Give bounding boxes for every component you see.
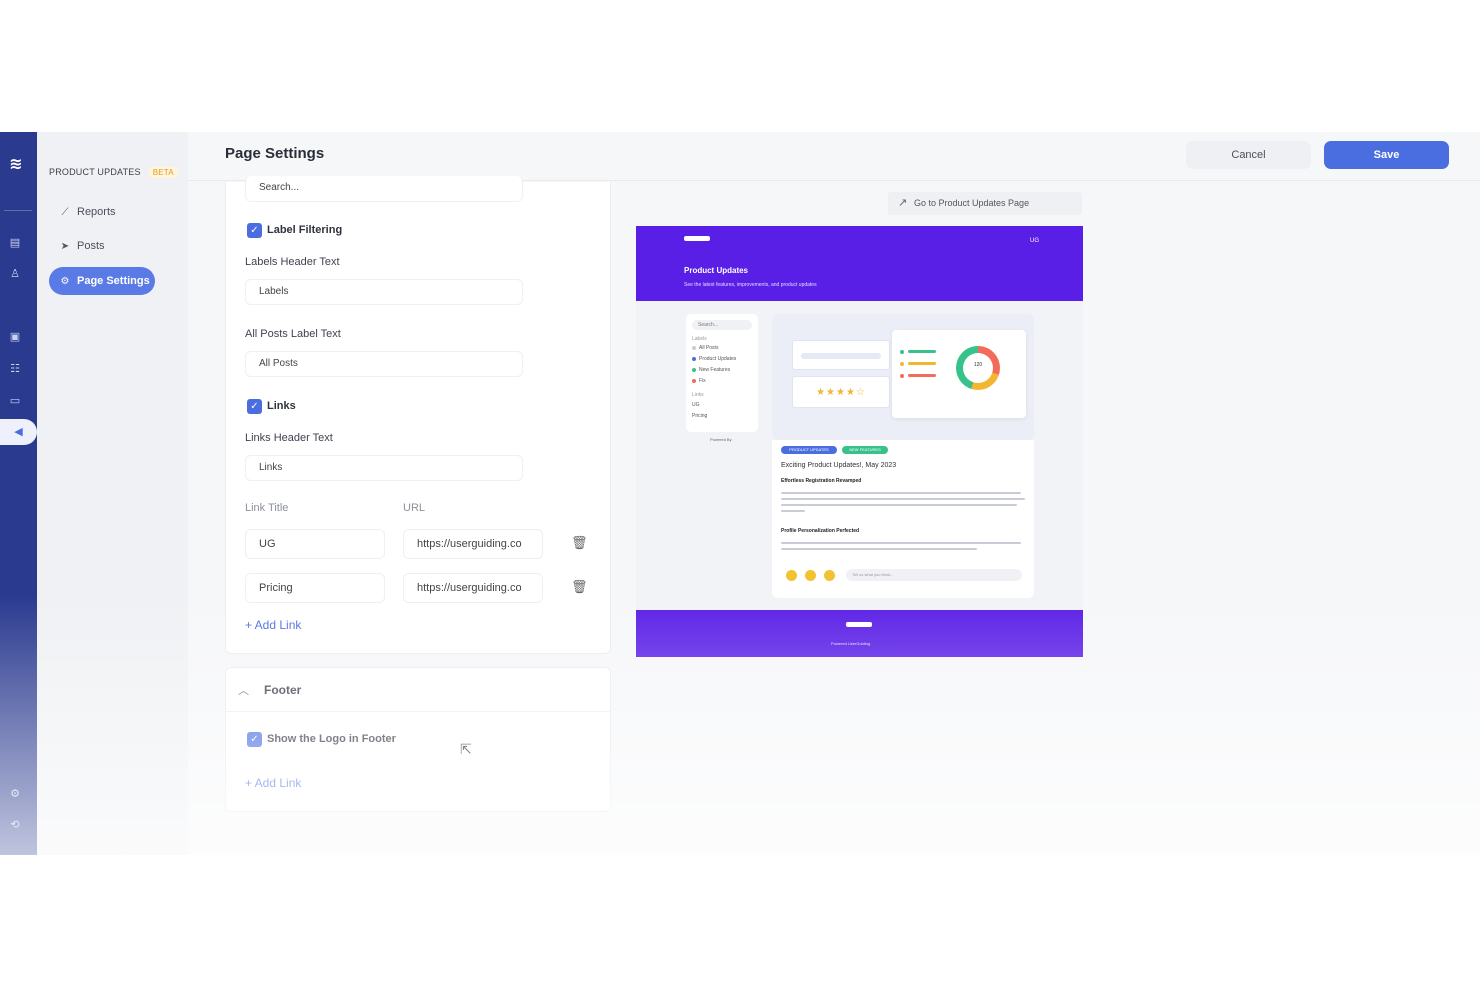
trash-icon[interactable]: 🗑 <box>571 579 588 595</box>
footer-panel: ︿ Footer ✓ Show the Logo in Footer + Add… <box>225 667 611 812</box>
preview-subtitle: See the latest features, improvements, a… <box>684 282 817 288</box>
trash-icon[interactable]: 🗑 <box>571 535 588 551</box>
footer-section-header[interactable]: ︿ Footer <box>226 668 610 712</box>
link-title-input-2[interactable]: Pricing <box>245 573 385 603</box>
guides-icon[interactable]: ▣ <box>8 330 22 344</box>
sidebar-title: PRODUCT UPDATES BETA <box>49 167 178 178</box>
preview-post: PRODUCT UPDATES NEW FEATURES Exciting Pr… <box>772 440 1034 598</box>
external-link-icon: ↗ <box>898 197 908 209</box>
sidebar-item-page-settings[interactable]: ⚙ Page Settings <box>49 267 155 295</box>
all-posts-input[interactable]: All Posts <box>245 351 523 377</box>
link-title-input-1[interactable]: UG <box>245 529 385 559</box>
preview-rating-card: ★★★★☆ <box>792 376 890 408</box>
preview-sidebar: Search... Labels All Posts Product Updat… <box>686 314 758 432</box>
preview-tag: PRODUCT UPDATES <box>781 446 837 454</box>
preview-donut-chart: 120 <box>956 346 1000 390</box>
preview-header: UG Product Updates See the latest featur… <box>636 226 1083 301</box>
send-icon: ➤ <box>60 241 70 252</box>
preview-title: Product Updates <box>684 266 749 275</box>
search-input[interactable]: Search... <box>245 176 523 202</box>
preview-list-item: Product Updates <box>692 356 736 362</box>
icon-rail: ≋ ▤ ♙ ▣ ☷ ▭ ◀ ⚙ ⟲ <box>0 132 37 855</box>
dashboard-icon[interactable]: ▤ <box>8 236 22 250</box>
app-window: ≋ ▤ ♙ ▣ ☷ ▭ ◀ ⚙ ⟲ PRODUCT UPDATES BETA ⟋ R… <box>0 132 1480 855</box>
preview-nav-ug: UG <box>1030 238 1039 244</box>
preview-tag: NEW FEATURES <box>842 446 888 454</box>
sidebar-item-label: Posts <box>77 240 105 252</box>
footer-title: Footer <box>264 683 302 697</box>
sidebar-title-text: PRODUCT UPDATES <box>49 167 141 177</box>
go-to-label: Go to Product Updates Page <box>914 198 1030 208</box>
beta-badge: BETA <box>148 167 178 178</box>
surveys-icon[interactable]: ▭ <box>8 394 22 408</box>
emoji-reaction-icon <box>824 570 835 581</box>
preview-logo <box>684 236 710 241</box>
emoji-reaction-icon <box>786 570 797 581</box>
links-header-input[interactable]: Links <box>245 455 523 481</box>
preview-list-item: All Posts <box>692 345 718 351</box>
url-column-header: URL <box>403 502 426 514</box>
chart-icon: ⟋ <box>61 207 69 218</box>
preview-list-item: Links <box>692 392 704 398</box>
preview-footer-powered: Powered UserGuiding <box>831 641 871 646</box>
preview-section-heading: Effortless Registration Revamped <box>781 478 862 484</box>
links-checkbox[interactable]: ✓ <box>247 399 262 414</box>
megaphone-icon[interactable]: ◀ <box>0 419 37 445</box>
preview-footer: Powered UserGuiding <box>636 610 1083 657</box>
preview-reply-input: Tell us what you think... <box>846 569 1022 581</box>
preview-section-heading: Profile Personalization Perfected <box>781 528 860 534</box>
preview-list-item: Fix <box>692 378 706 384</box>
preview-list-item: Labels <box>692 336 707 342</box>
links-header-label: Links Header Text <box>245 432 333 444</box>
mouse-cursor-icon: ⇱ <box>460 741 472 757</box>
link-url-input-2[interactable]: https://userguiding.co <box>403 573 543 603</box>
sidebar-item-label: Reports <box>77 206 116 218</box>
links-label: Links <box>267 400 296 412</box>
add-link-button[interactable]: + Add Link <box>245 618 301 632</box>
show-logo-label: Show the Logo in Footer <box>267 733 396 745</box>
label-filtering-checkbox[interactable]: ✓ <box>247 223 262 238</box>
settings-panel: Search... ✓ Label Filtering Labels Heade… <box>225 176 611 654</box>
link-url-input-1[interactable]: https://userguiding.co <box>403 529 543 559</box>
preview-list-item: Pricing <box>692 413 708 419</box>
preview-list-item: New Features <box>692 367 730 373</box>
sidebar-item-posts[interactable]: ➤ Posts <box>49 232 155 260</box>
gear-icon: ⚙ <box>60 276 70 287</box>
preview-post-title: Exciting Product Updates!, May 2023 <box>781 462 897 469</box>
logout-icon[interactable]: ⟲ <box>8 818 22 832</box>
preview-list-item: UG <box>692 402 700 408</box>
preview-hero-image: ★★★★☆ 120 <box>772 314 1034 440</box>
settings-icon[interactable]: ⚙ <box>8 787 22 801</box>
sidebar: PRODUCT UPDATES BETA ⟋ Reports ➤ Posts ⚙ Pag… <box>37 132 188 855</box>
go-to-product-updates-button[interactable]: ↗ Go to Product Updates Page <box>888 192 1082 215</box>
labels-header-label: Labels Header Text <box>245 256 340 268</box>
preview-powered-by: Powered By <box>710 437 732 442</box>
chevron-up-icon: ︿ <box>238 685 249 697</box>
emoji-reaction-icon <box>805 570 816 581</box>
all-posts-label: All Posts Label Text <box>245 328 341 340</box>
rail-divider <box>4 210 32 211</box>
save-button[interactable]: Save <box>1324 141 1449 169</box>
preview-footer-logo <box>846 622 872 627</box>
page-preview: UG Product Updates See the latest featur… <box>636 226 1083 657</box>
footer-add-link-button[interactable]: + Add Link <box>245 776 301 790</box>
checklists-icon[interactable]: ☷ <box>8 362 22 376</box>
preview-search: Search... <box>692 320 752 330</box>
cancel-button[interactable]: Cancel <box>1186 141 1311 169</box>
preview-card <box>792 340 890 370</box>
sidebar-item-label: Page Settings <box>77 275 150 287</box>
labels-header-input[interactable]: Labels <box>245 279 523 305</box>
app-logo-icon: ≋ <box>9 156 23 173</box>
users-icon[interactable]: ♙ <box>8 267 22 281</box>
link-title-column-header: Link Title <box>245 502 289 514</box>
page-title: Page Settings <box>225 145 325 162</box>
show-logo-checkbox[interactable]: ✓ <box>247 732 262 747</box>
label-filtering-label: Label Filtering <box>267 224 343 236</box>
preview-dashboard-card: 120 <box>892 330 1026 418</box>
sidebar-item-reports[interactable]: ⟋ Reports <box>49 198 155 226</box>
